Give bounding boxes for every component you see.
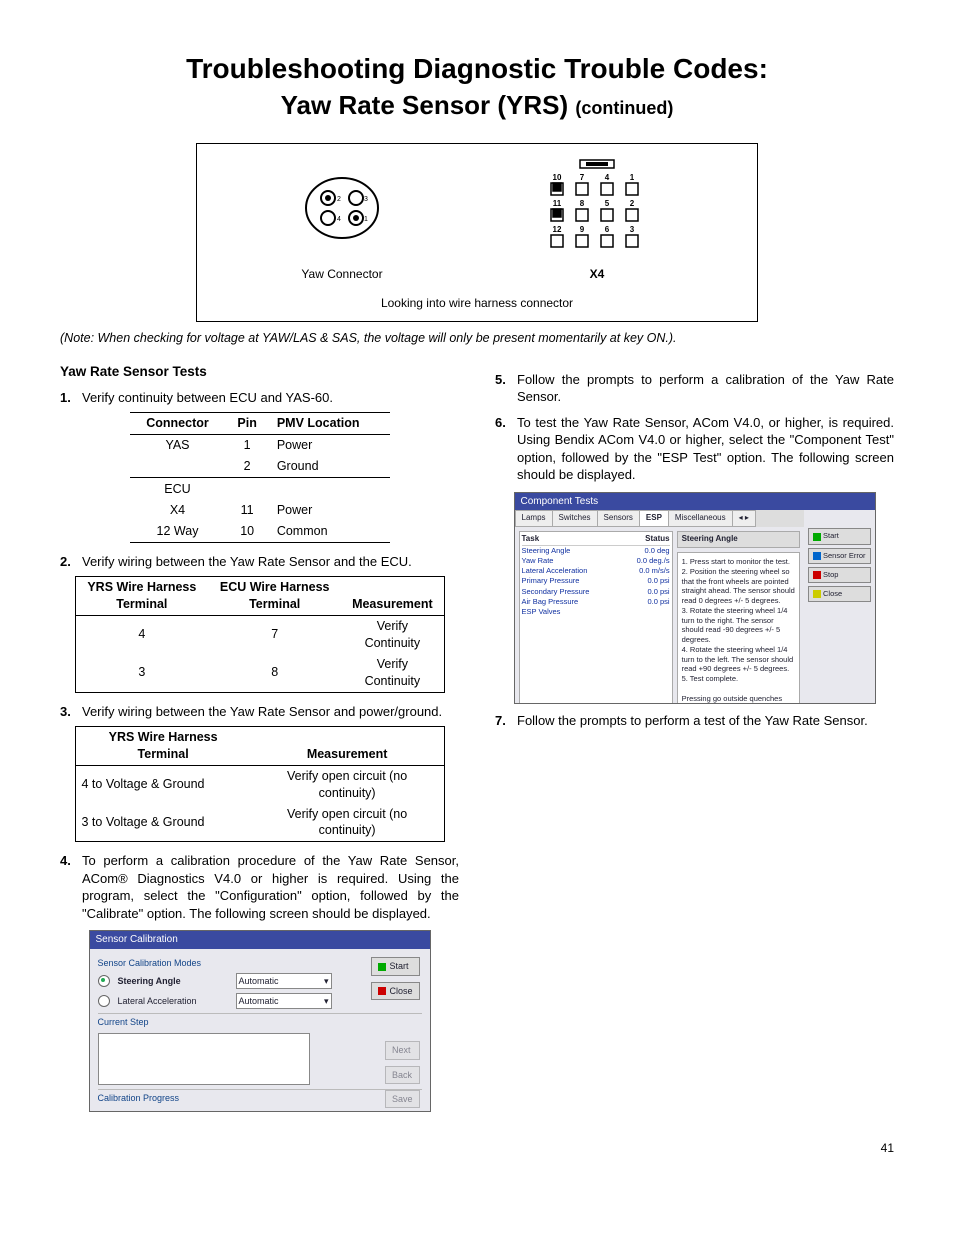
step-6: 6. To test the Yaw Rate Sensor, ACom V4.… (495, 414, 894, 484)
step-7: 7. Follow the prompts to perform a test … (495, 712, 894, 730)
page-number: 41 (60, 1140, 894, 1156)
svg-text:4: 4 (337, 216, 341, 223)
connector-diagram: 2 3 4 1 Yaw Connector 10741 11852 12963 (196, 143, 758, 322)
svg-text:1: 1 (364, 216, 368, 223)
svg-text:6: 6 (605, 225, 610, 234)
x4-connector-svg: 10 7 4 1 11 8 5 2 12 9 6 3 (522, 158, 672, 258)
step-4: 4. To perform a calibration procedure of… (60, 852, 459, 922)
calibration-screenshot: Sensor Calibration Sensor Calibration Mo… (89, 930, 431, 1112)
svg-text:12: 12 (553, 225, 562, 234)
step-2: 2. Verify wiring between the Yaw Rate Se… (60, 553, 459, 571)
table-wiring-ecu: YRS Wire Harness TerminalECU Wire Harnes… (75, 576, 445, 692)
svg-text:10: 10 (553, 173, 562, 182)
svg-text:3: 3 (364, 196, 368, 203)
svg-text:1: 1 (630, 173, 635, 182)
svg-text:2: 2 (630, 199, 635, 208)
svg-text:4: 4 (605, 173, 610, 182)
yaw-connector-label: Yaw Connector (282, 266, 402, 282)
yaw-connector-svg: 2 3 4 1 (282, 168, 402, 258)
voltage-note: (Note: When checking for voltage at YAW/… (60, 330, 894, 347)
step-5: 5. Follow the prompts to perform a calib… (495, 371, 894, 406)
svg-text:9: 9 (580, 225, 585, 234)
harness-label: Looking into wire harness connector (197, 295, 757, 311)
component-test-screenshot: Component Tests Lamps Switches Sensors E… (514, 492, 876, 704)
step-1: 1. Verify continuity between ECU and YAS… (60, 389, 459, 407)
svg-text:7: 7 (580, 173, 585, 182)
svg-text:5: 5 (605, 199, 610, 208)
svg-text:2: 2 (337, 196, 341, 203)
section-title: Yaw Rate Sensor Tests (60, 363, 459, 381)
page-title: Troubleshooting Diagnostic Trouble Codes… (60, 50, 894, 123)
table-wiring-power: YRS Wire Harness TerminalMeasurement 4 t… (75, 726, 445, 842)
step-3: 3. Verify wiring between the Yaw Rate Se… (60, 703, 459, 721)
svg-text:8: 8 (580, 199, 585, 208)
svg-text:3: 3 (630, 225, 635, 234)
table-continuity: ConnectorPinPMV Location YAS1Power 2Grou… (130, 412, 390, 542)
x4-label: X4 (522, 266, 672, 282)
svg-text:11: 11 (553, 199, 562, 208)
